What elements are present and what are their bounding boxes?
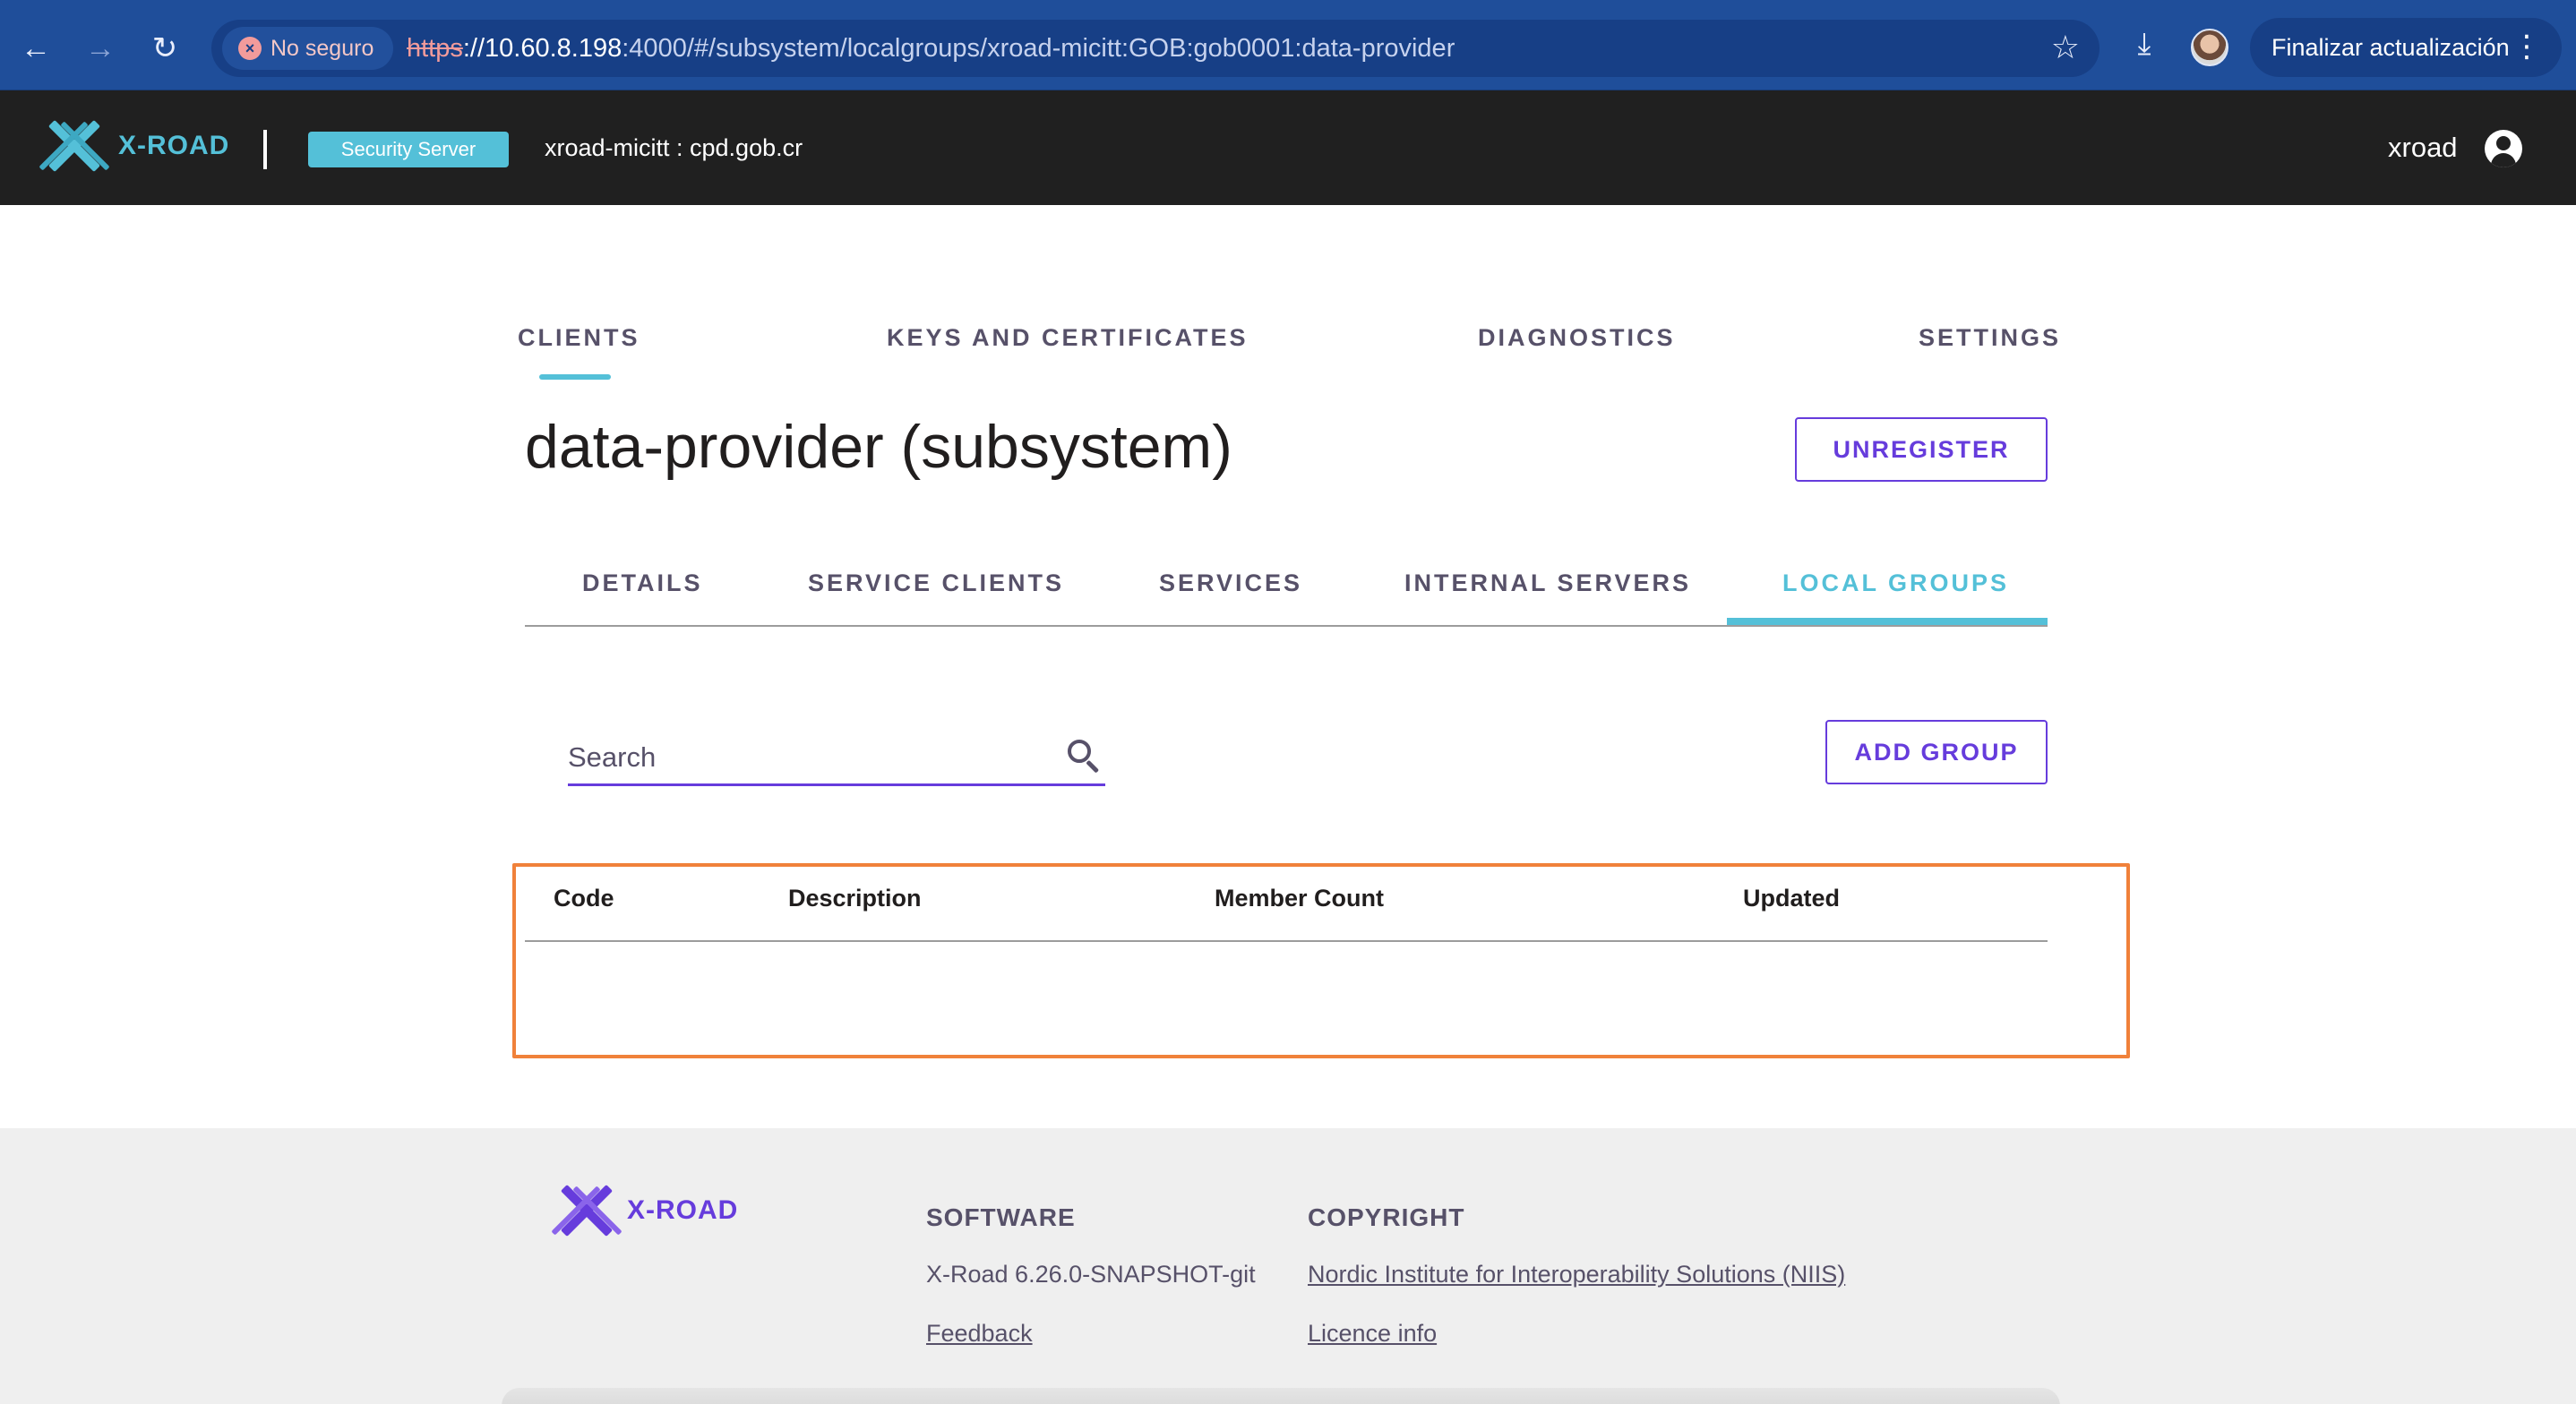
add-group-button[interactable]: ADD GROUP xyxy=(1825,720,2048,784)
address-bar[interactable]: × No seguro https://10.60.8.198:4000/#/s… xyxy=(211,20,2099,77)
footer: X-ROAD SOFTWARE X-Road 6.26.0-SNAPSHOT-g… xyxy=(0,1128,2576,1404)
subtab-local-groups[interactable]: LOCAL GROUPS xyxy=(1782,569,2009,597)
copyright-heading: COPYRIGHT xyxy=(1308,1203,1465,1231)
subtab-details[interactable]: DETAILS xyxy=(582,569,703,597)
back-arrow-icon[interactable]: ← xyxy=(11,23,61,73)
subtab-internal-servers[interactable]: INTERNAL SERVERS xyxy=(1404,569,1691,597)
security-label: No seguro xyxy=(270,35,374,61)
unregister-button[interactable]: UNREGISTER xyxy=(1795,417,2048,482)
subtab-indicator xyxy=(1727,618,2048,625)
finish-update-button[interactable]: Finalizar actualización ⋮ xyxy=(2250,18,2562,77)
download-icon[interactable]: ⤓ xyxy=(2123,27,2166,70)
server-identifier: xroad-micitt : cpd.gob.cr xyxy=(545,134,803,161)
browser-toolbar: ← → ↻ × No seguro https://10.60.8.198:40… xyxy=(0,0,2576,90)
xroad-logo-icon xyxy=(39,117,110,175)
licence-info-link[interactable]: Licence info xyxy=(1308,1320,1437,1348)
tab-diagnostics[interactable]: DIAGNOSTICS xyxy=(1478,324,1676,352)
footer-xroad-logo-icon xyxy=(551,1182,623,1239)
forward-arrow-icon[interactable]: → xyxy=(75,23,125,73)
user-name[interactable]: xroad xyxy=(2388,132,2458,164)
url-text[interactable]: https://10.60.8.198:4000/#/subsystem/loc… xyxy=(407,34,1455,64)
xroad-logo[interactable]: X-ROAD xyxy=(39,117,230,175)
software-heading: SOFTWARE xyxy=(926,1203,1076,1231)
page-title: data-provider (subsystem) xyxy=(525,413,1232,481)
server-type-badge: Security Server xyxy=(308,132,509,167)
subtab-services[interactable]: SERVICES xyxy=(1159,569,1302,597)
footer-logo-text: X-ROAD xyxy=(627,1195,739,1225)
software-version: X-Road 6.26.0-SNAPSHOT-git xyxy=(926,1261,1256,1288)
tab-keys-and-certificates[interactable]: KEYS AND CERTIFICATES xyxy=(887,324,1249,352)
profile-avatar[interactable] xyxy=(2191,29,2228,66)
search-icon[interactable] xyxy=(1066,738,1102,774)
account-circle-icon[interactable] xyxy=(2485,130,2522,167)
footer-bottom-card xyxy=(502,1388,2060,1404)
search-field[interactable] xyxy=(568,725,1105,786)
table-header-divider xyxy=(525,940,2048,942)
bookmark-star-icon[interactable]: ☆ xyxy=(2051,29,2080,66)
header-divider xyxy=(263,130,267,169)
column-header-updated[interactable]: Updated xyxy=(1743,885,1840,912)
security-chip[interactable]: × No seguro xyxy=(222,27,394,70)
feedback-link[interactable]: Feedback xyxy=(926,1320,1033,1348)
tab-clients[interactable]: CLIENTS xyxy=(518,324,640,352)
kebab-menu-icon[interactable]: ⋮ xyxy=(2512,29,2542,64)
logo-text: X-ROAD xyxy=(118,131,230,160)
search-input[interactable] xyxy=(568,740,1034,775)
app-header: X-ROAD Security Server xroad-micitt : cp… xyxy=(0,90,2576,205)
column-header-description[interactable]: Description xyxy=(788,885,922,912)
niis-link[interactable]: Nordic Institute for Interoperability So… xyxy=(1308,1261,1845,1288)
subtab-service-clients[interactable]: SERVICE CLIENTS xyxy=(808,569,1064,597)
subsystem-tabs: DETAILS SERVICE CLIENTS SERVICES INTERNA… xyxy=(525,555,2048,627)
warning-icon: × xyxy=(238,37,262,60)
main-tab-indicator xyxy=(539,374,611,380)
column-header-code[interactable]: Code xyxy=(554,885,614,912)
tab-settings[interactable]: SETTINGS xyxy=(1919,324,2061,352)
footer-xroad-logo: X-ROAD xyxy=(551,1182,739,1239)
column-header-member-count[interactable]: Member Count xyxy=(1215,885,1384,912)
reload-icon[interactable]: ↻ xyxy=(140,23,190,73)
